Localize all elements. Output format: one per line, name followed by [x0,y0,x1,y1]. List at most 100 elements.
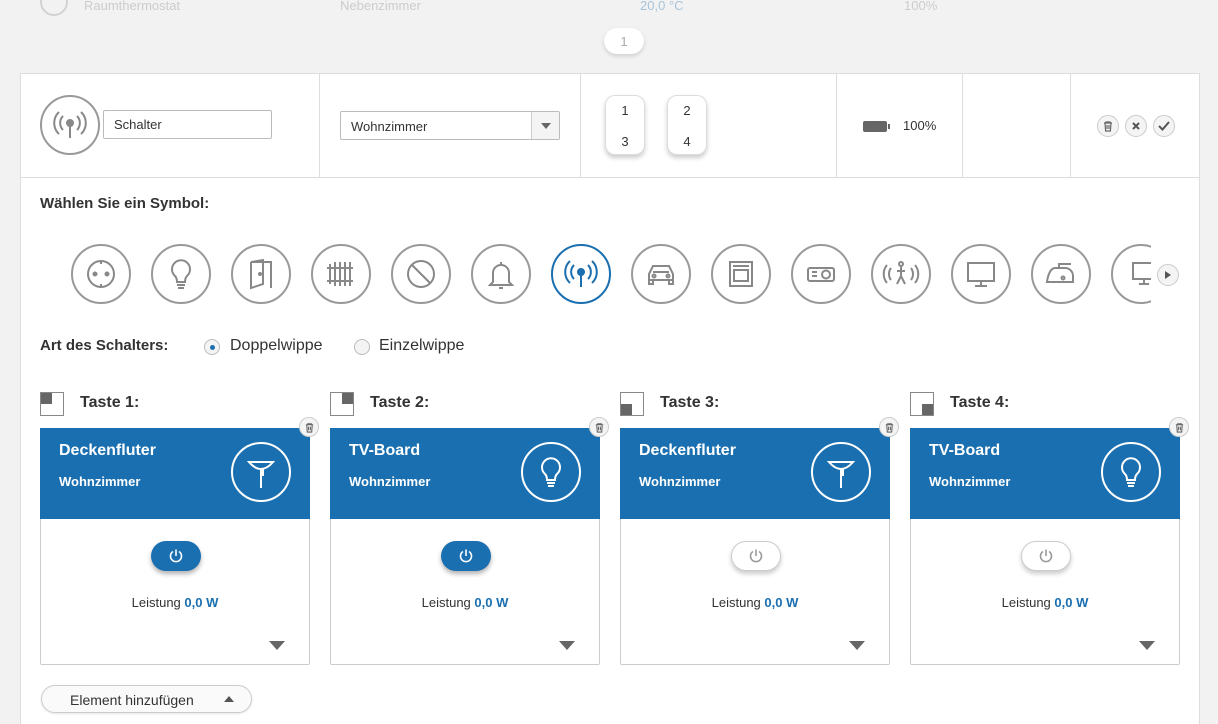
card-room: Wohnzimmer [929,474,1011,489]
device-header-row: Wohnzimmer 1 3 2 4 100% [21,74,1199,178]
trash-icon[interactable] [1097,115,1119,137]
trash-icon[interactable] [299,417,319,437]
oven-icon[interactable] [711,244,771,304]
power-toggle[interactable] [1021,541,1071,571]
ghost-room: Nebenzimmer [340,0,421,13]
socket-icon[interactable] [71,244,131,304]
actions-cell [1071,74,1199,178]
power-reading: Leistung 0,0 W [41,595,309,610]
battery-level: 100% [903,118,937,133]
room-select[interactable]: Wohnzimmer [340,111,560,140]
trash-icon[interactable] [879,417,899,437]
floor-lamp-icon [811,442,871,502]
taste-1-card: Deckenfluter Wohnzimmer Leistung 0,0 W [40,417,319,665]
ghost-temperature: 20,0 °C [640,0,684,13]
power-reading: Leistung 0,0 W [331,595,599,610]
key-label-3: 3 [621,134,629,149]
quadrant-bottom-right-icon [910,392,934,416]
ghost-icon [40,0,68,21]
device-edit-panel: Wohnzimmer 1 3 2 4 100% [20,73,1200,724]
bulb-icon[interactable] [151,244,211,304]
power-value: 0,0 W [764,595,799,610]
power-icon [459,549,473,563]
key-pill-right[interactable]: 2 4 [667,95,707,155]
radio-signal-icon[interactable] [551,244,611,304]
chevron-down-icon [531,112,559,139]
check-icon[interactable] [1153,115,1175,137]
device-name-cell [21,74,320,178]
card-header: TV-Board Wohnzimmer [910,428,1180,519]
device-name-input[interactable] [103,110,272,139]
power-label: Leistung [131,595,181,610]
bulb-icon [1101,442,1161,502]
quadrant-top-right-icon [330,392,354,416]
taste-3-card: Deckenfluter Wohnzimmer Leistung 0,0 W [620,417,899,665]
chevron-up-icon [224,696,234,702]
add-element-button[interactable]: Element hinzufügen [41,685,252,713]
battery-cell: 100% [837,74,963,178]
previous-device-row: Raumthermostat Nebenzimmer 20,0 °C 100% [20,0,1200,20]
taste-4-title: Taste 4: [950,394,1010,411]
computer-icon[interactable] [1111,244,1151,304]
power-reading: Leistung 0,0 W [621,595,889,610]
card-header: Deckenfluter Wohnzimmer [620,428,890,519]
card-device-name: Deckenfluter [59,442,156,459]
symbol-carousel [71,244,1151,306]
keys-cell: 1 3 2 4 [581,74,837,178]
trash-icon[interactable] [589,417,609,437]
quadrant-bottom-left-icon [620,392,644,416]
chevron-down-icon[interactable] [559,641,575,650]
switch-type-title: Art des Schalters: [40,337,169,354]
chevron-down-icon[interactable] [1139,641,1155,650]
power-reading: Leistung 0,0 W [911,595,1179,610]
card-device-name: Deckenfluter [639,442,736,459]
battery-icon [863,121,890,132]
trash-icon[interactable] [1169,417,1189,437]
power-label: Leistung [711,595,761,610]
ghost-device-name: Raumthermostat [84,0,181,13]
chevron-down-icon[interactable] [849,641,865,650]
radio-einzelwippe[interactable] [354,339,370,355]
radiator-icon[interactable] [311,244,371,304]
power-value: 0,0 W [1054,595,1089,610]
power-icon [1039,549,1053,563]
power-value: 0,0 W [184,595,219,610]
door-icon[interactable] [231,244,291,304]
card-header: Deckenfluter Wohnzimmer [40,428,310,519]
taste-3-title: Taste 3: [660,394,720,411]
power-label: Leistung [1001,595,1051,610]
power-icon [749,549,763,563]
add-element-label: Element hinzufügen [70,692,194,708]
switch-type-label: Art des Schalters: [40,337,168,354]
power-toggle[interactable] [151,541,201,571]
projector-icon[interactable] [791,244,851,304]
pagination-page[interactable]: 1 [604,28,644,54]
motion-icon[interactable] [871,244,931,304]
monitor-icon[interactable] [951,244,1011,304]
card-room: Wohnzimmer [349,474,431,489]
radio-doppelwippe-label[interactable]: Doppelwippe [230,337,323,355]
key-label-2: 2 [683,103,691,118]
power-value: 0,0 W [474,595,509,610]
power-label: Leistung [421,595,471,610]
key-pill-left[interactable]: 1 3 [605,95,645,155]
iron-icon[interactable] [1031,244,1091,304]
floor-lamp-icon [231,442,291,502]
radio-doppelwippe[interactable] [204,339,220,355]
taste-2-card: TV-Board Wohnzimmer Leistung 0,0 W [330,417,609,665]
chevron-down-icon[interactable] [269,641,285,650]
radio-signal-icon[interactable] [40,95,100,155]
bell-icon[interactable] [471,244,531,304]
power-toggle[interactable] [441,541,491,571]
blocked-icon[interactable] [391,244,451,304]
ghost-battery: 100% [904,0,938,13]
room-select-value: Wohnzimmer [351,119,428,134]
power-toggle[interactable] [731,541,781,571]
carousel-next-icon[interactable] [1157,264,1179,286]
symbol-chooser-title: Wählen Sie ein Symbol: [40,195,210,212]
empty-cell [963,74,1071,178]
radio-einzelwippe-label[interactable]: Einzelwippe [379,337,464,355]
power-icon [169,549,183,563]
car-icon[interactable] [631,244,691,304]
close-icon[interactable] [1125,115,1147,137]
